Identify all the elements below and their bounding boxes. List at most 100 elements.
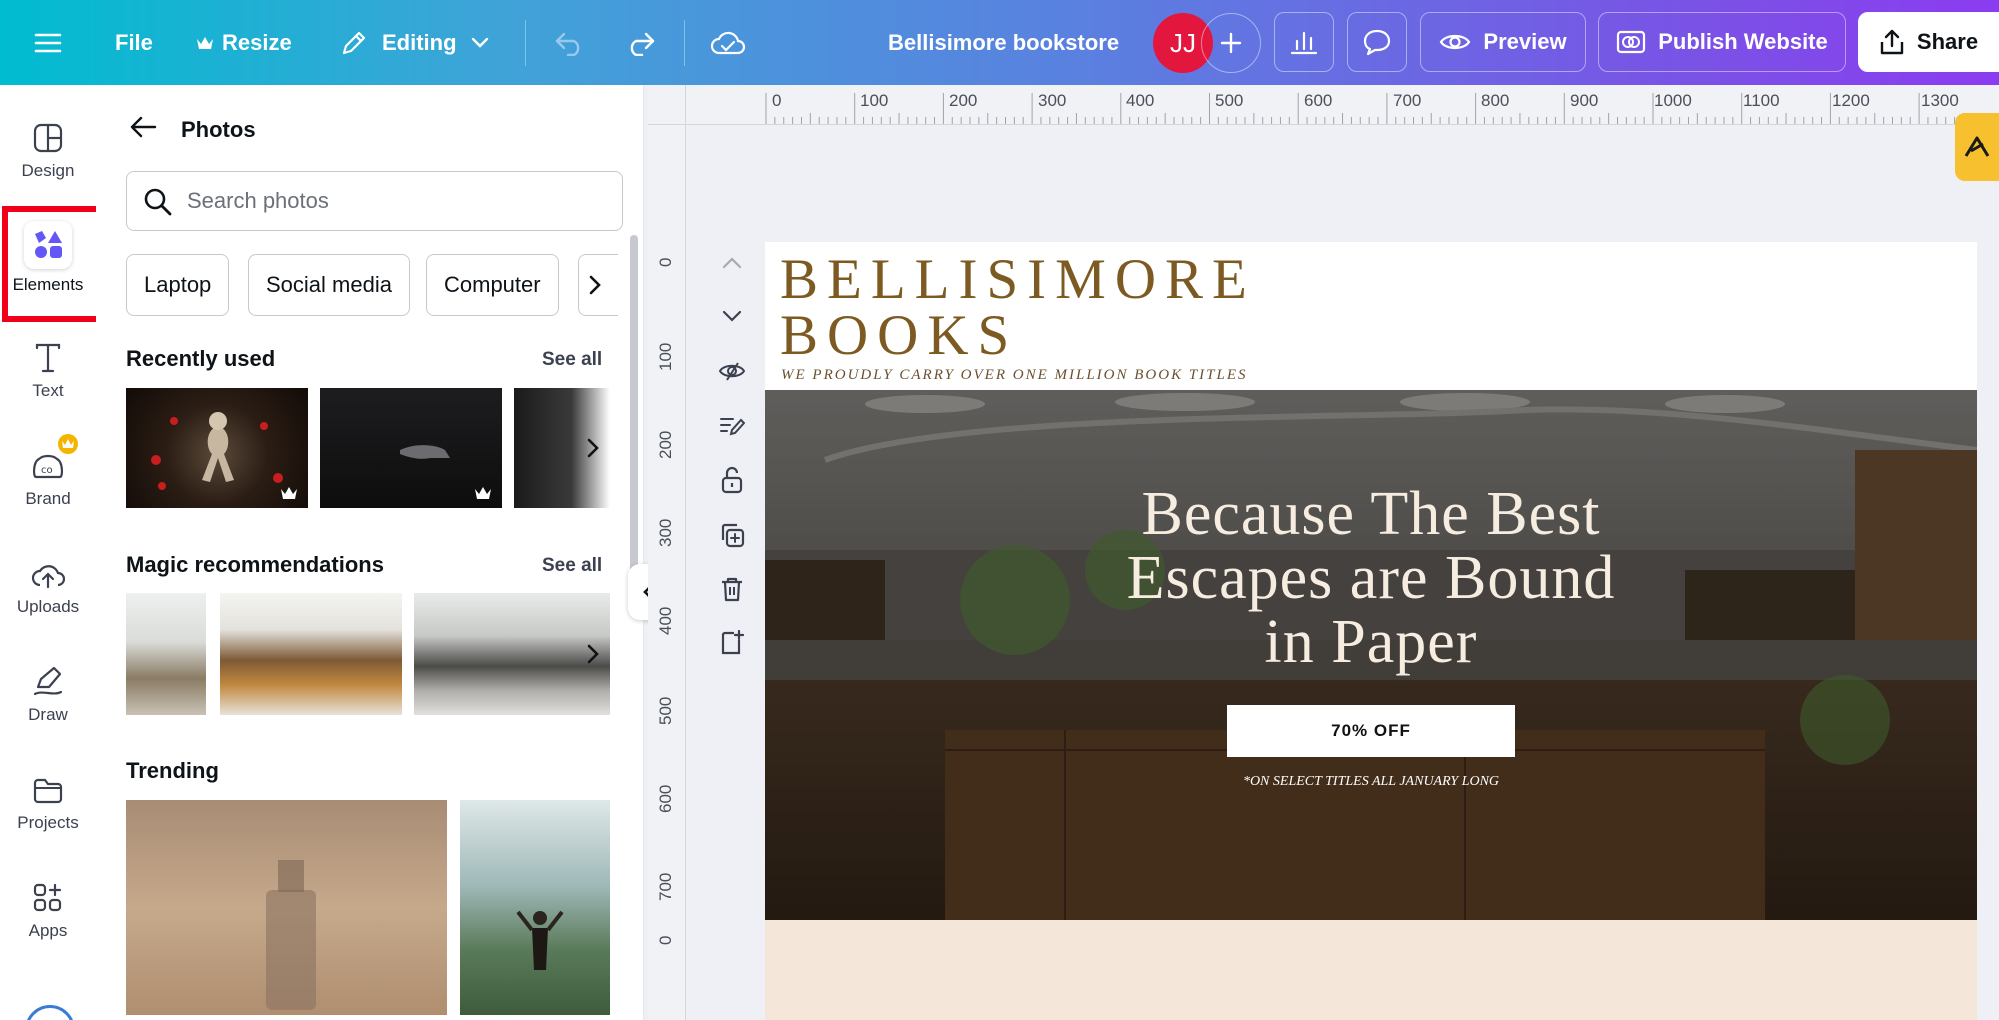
publish-website-button[interactable]: Publish Website — [1598, 12, 1846, 72]
discount-note[interactable]: *ON SELECT TITLES ALL JANUARY LONG — [765, 774, 1977, 790]
photo-thumb-mountain[interactable] — [460, 800, 610, 1015]
panel-title: Photos — [181, 117, 256, 142]
headline-line1[interactable]: Because The Best — [765, 482, 1977, 546]
chevron-right-icon — [589, 275, 601, 295]
magic-see-all[interactable]: See all — [542, 555, 602, 577]
redo-icon — [630, 32, 655, 56]
chip-label: Computer — [444, 272, 541, 297]
rail-item-brand[interactable]: co Brand — [0, 434, 96, 537]
cloud-upload-icon — [31, 545, 65, 589]
ruler-label: 700 — [656, 872, 675, 901]
tagline-text[interactable]: WE PROUDLY CARRY OVER ONE MILLION BOOK T… — [781, 367, 1248, 384]
assistant-icon — [1964, 136, 1990, 157]
discount-button[interactable]: 70% OFF — [1227, 705, 1515, 757]
pencil-icon — [342, 31, 366, 54]
photo-thumb-bottle[interactable] — [126, 800, 447, 1015]
ruler-label: 600 — [656, 784, 675, 813]
ruler-label: 0 — [656, 257, 675, 267]
brand-name-line1[interactable]: BELLISIMORE — [780, 250, 1256, 310]
rail-item-text[interactable]: Text — [0, 329, 96, 429]
share-button[interactable]: Share — [1858, 12, 1999, 72]
lock-icon — [721, 466, 743, 494]
hide-button[interactable] — [716, 355, 748, 387]
save-status-button[interactable] — [710, 0, 746, 85]
assistant-side-tab[interactable] — [1955, 113, 1999, 181]
photos-panel: Photos Search photos Laptop Social media… — [96, 85, 644, 1020]
chip-laptop[interactable]: Laptop — [126, 254, 230, 316]
account-avatar[interactable] — [25, 1005, 75, 1020]
website-icon — [1617, 30, 1646, 54]
recent-next-button[interactable] — [578, 428, 608, 468]
redo-button[interactable] — [624, 0, 656, 85]
editing-dropdown[interactable]: Editing — [340, 0, 489, 85]
ruler-label: 200 — [949, 91, 978, 110]
layout-icon — [33, 109, 63, 153]
file-menu[interactable]: File — [115, 0, 153, 85]
comments-button[interactable] — [1347, 12, 1407, 72]
bar-chart-icon — [1290, 31, 1318, 55]
undo-button[interactable] — [554, 0, 586, 85]
cloud-check-icon — [710, 31, 746, 54]
add-page-icon — [721, 630, 744, 655]
crown-badge-icon — [58, 434, 78, 454]
add-page-button[interactable] — [716, 627, 748, 659]
photo-thumb-library-2[interactable] — [220, 593, 402, 715]
ruler-label: 400 — [656, 606, 675, 635]
edit-notes-icon — [720, 418, 745, 436]
photo-thumb-candles[interactable] — [126, 388, 308, 508]
move-up-button[interactable] — [716, 247, 748, 279]
rail-item-uploads[interactable]: Uploads — [0, 545, 96, 645]
magic-recommendations-title: Magic recommendations — [126, 552, 384, 577]
ruler-label: 300 — [1038, 91, 1067, 110]
ruler-label: 700 — [1393, 91, 1422, 110]
preview-label: Preview — [1483, 29, 1567, 54]
preview-button[interactable]: Preview — [1420, 12, 1586, 72]
magic-next-button[interactable] — [578, 634, 608, 674]
chip-social-media[interactable]: Social media — [248, 254, 410, 316]
eye-slash-icon — [718, 362, 746, 381]
footer-band[interactable] — [765, 920, 1977, 1020]
crown-icon — [197, 36, 213, 49]
rail-label: Apps — [28, 921, 68, 940]
photo-thumb-dark-hand[interactable] — [320, 388, 502, 508]
delete-button[interactable] — [716, 573, 748, 605]
search-icon — [144, 188, 172, 216]
headline-line2[interactable]: Escapes are Bound — [765, 546, 1977, 610]
lock-button[interactable] — [716, 464, 748, 496]
brand-icon: co — [31, 434, 78, 481]
move-down-button[interactable] — [716, 300, 748, 332]
ruler-label: 800 — [1481, 91, 1510, 110]
file-label: File — [115, 29, 153, 55]
invite-button[interactable] — [1201, 13, 1261, 73]
ruler-label: 1300 — [1921, 91, 1959, 110]
avatar-initials: JJ — [1170, 27, 1196, 58]
brand-name-line2[interactable]: BOOKS — [780, 306, 1018, 366]
top-bar: File Resize Editing Bellisimore bookstor… — [0, 0, 1999, 85]
ruler-label: 500 — [1215, 91, 1244, 110]
notes-button[interactable] — [716, 410, 748, 442]
insights-button[interactable] — [1274, 12, 1334, 72]
rail-label: Draw — [28, 705, 68, 724]
photo-thumb-library-1[interactable] — [126, 593, 206, 715]
undo-icon — [555, 32, 580, 56]
document-title[interactable]: Bellisimore bookstore — [888, 0, 1119, 85]
arrow-left-icon — [130, 116, 157, 138]
plus-icon — [1220, 32, 1242, 54]
ruler-label: 200 — [656, 430, 675, 459]
rail-item-draw[interactable]: Draw — [0, 653, 96, 753]
rail-item-projects[interactable]: Projects — [0, 761, 96, 861]
resize-button[interactable]: Resize — [196, 0, 292, 85]
panel-scrollbar[interactable] — [630, 235, 638, 575]
duplicate-button[interactable] — [716, 519, 748, 551]
rail-item-apps[interactable]: Apps — [0, 869, 96, 969]
recently-used-see-all[interactable]: See all — [542, 349, 602, 371]
menu-button[interactable] — [34, 0, 62, 85]
rail-item-design[interactable]: Design — [0, 109, 96, 209]
back-button[interactable] — [129, 115, 157, 144]
duplicate-icon — [721, 523, 745, 548]
chip-computer[interactable]: Computer — [426, 254, 559, 316]
headline-line3[interactable]: in Paper — [765, 610, 1977, 674]
design-page[interactable]: BELLISIMORE BOOKS WE PROUDLY CARRY OVER … — [765, 242, 1977, 1020]
search-input[interactable]: Search photos — [126, 171, 623, 231]
chips-next-button[interactable] — [578, 254, 618, 316]
